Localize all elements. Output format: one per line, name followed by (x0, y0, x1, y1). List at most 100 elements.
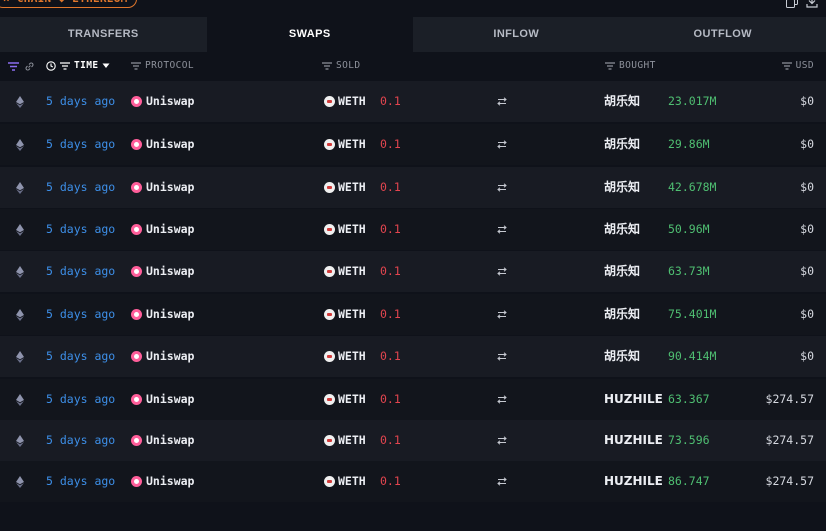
swap-arrows-icon (496, 167, 508, 208)
filter-icon[interactable] (8, 61, 19, 71)
table-row[interactable]: 5 days ago Uniswap WETH 0.1 HUZHILE 86.7… (0, 461, 826, 502)
download-icon[interactable] (806, 0, 818, 8)
sold-token[interactable]: WETH (324, 336, 366, 377)
table-row[interactable]: 5 days ago Uniswap WETH 0.1 胡乐知 29.86M $… (0, 124, 826, 165)
tab-inflow[interactable]: INFLOW (413, 17, 620, 52)
usd-column-header[interactable]: USD (781, 52, 814, 80)
bought-amount: 86.747 (668, 474, 710, 488)
time-link[interactable]: 5 days ago (46, 81, 115, 122)
chain-filter-chip[interactable]: × CHAIN ◆ ETHEREUM (0, 0, 137, 8)
tab-swaps[interactable]: SWAPS (206, 17, 413, 52)
swap-arrows-icon (496, 124, 508, 165)
bought-token[interactable]: HUZHILE (604, 420, 663, 461)
filter-icon[interactable] (322, 62, 332, 70)
ethereum-icon (16, 251, 24, 292)
table-row[interactable]: 5 days ago Uniswap WETH 0.1 胡乐知 50.96M $… (0, 209, 826, 250)
table-row[interactable]: 5 days ago Uniswap WETH 0.1 HUZHILE 63.3… (0, 379, 826, 420)
usd-column-label: USD (795, 60, 814, 71)
usd-value: $0 (800, 349, 814, 363)
sold-token[interactable]: WETH (324, 461, 366, 502)
bought-token[interactable]: 胡乐知 (604, 251, 640, 292)
uniswap-icon (131, 96, 142, 107)
filter-bar: × CHAIN ◆ ETHEREUM (0, 0, 826, 17)
bought-token[interactable]: HUZHILE (604, 461, 663, 502)
link-icon[interactable] (25, 62, 34, 71)
protocol-cell[interactable]: Uniswap (131, 461, 194, 502)
usd-value: $0 (800, 137, 814, 151)
time-link[interactable]: 5 days ago (46, 294, 115, 335)
sold-token[interactable]: WETH (324, 167, 366, 208)
ethereum-icon (16, 124, 24, 165)
time-link[interactable]: 5 days ago (46, 461, 115, 502)
uniswap-icon (131, 182, 142, 193)
table-row[interactable]: 5 days ago Uniswap WETH 0.1 胡乐知 90.414M … (0, 336, 826, 377)
bought-token[interactable]: 胡乐知 (604, 336, 640, 377)
bought-token[interactable]: 胡乐知 (604, 209, 640, 250)
protocol-cell[interactable]: Uniswap (131, 379, 194, 420)
bought-token[interactable]: 胡乐知 (604, 294, 640, 335)
time-link[interactable]: 5 days ago (46, 379, 115, 420)
protocol-name: Uniswap (146, 392, 195, 406)
tab-outflow[interactable]: OUTFLOW (619, 17, 826, 52)
time-link[interactable]: 5 days ago (46, 336, 115, 377)
sold-amount: 0.1 (380, 222, 401, 236)
filter-icon[interactable] (781, 62, 792, 70)
sold-token[interactable]: WETH (324, 251, 366, 292)
sold-amount: 0.1 (380, 307, 401, 321)
table-row[interactable]: 5 days ago Uniswap WETH 0.1 胡乐知 23.017M … (0, 81, 826, 122)
table-row[interactable]: 5 days ago Uniswap WETH 0.1 胡乐知 42.678M … (0, 167, 826, 208)
chain-column-header[interactable] (8, 52, 34, 80)
table-row[interactable]: 5 days ago Uniswap WETH 0.1 胡乐知 63.73M $… (0, 251, 826, 292)
filter-icon[interactable] (131, 62, 141, 70)
bought-token[interactable]: 胡乐知 (604, 124, 640, 165)
protocol-cell[interactable]: Uniswap (131, 167, 194, 208)
uniswap-icon (131, 476, 142, 487)
bought-token[interactable]: 胡乐知 (604, 81, 640, 122)
usd-value: $274.57 (765, 433, 814, 447)
protocol-column-header[interactable]: PROTOCOL (131, 52, 194, 80)
weth-icon (324, 435, 335, 446)
sold-token[interactable]: WETH (324, 420, 366, 461)
time-link[interactable]: 5 days ago (46, 124, 115, 165)
copy-icon[interactable] (786, 0, 798, 8)
weth-icon (324, 266, 335, 277)
table-row[interactable]: 5 days ago Uniswap WETH 0.1 胡乐知 75.401M … (0, 294, 826, 335)
protocol-cell[interactable]: Uniswap (131, 420, 194, 461)
protocol-cell[interactable]: Uniswap (131, 209, 194, 250)
sold-token[interactable]: WETH (324, 124, 366, 165)
swap-arrows-icon (496, 294, 508, 335)
protocol-cell[interactable]: Uniswap (131, 336, 194, 377)
sort-desc-icon[interactable] (102, 63, 110, 69)
protocol-column-label: PROTOCOL (145, 60, 194, 71)
time-link[interactable]: 5 days ago (46, 209, 115, 250)
protocol-name: Uniswap (146, 349, 195, 363)
time-link[interactable]: 5 days ago (46, 251, 115, 292)
filter-icon[interactable] (60, 62, 70, 70)
weth-icon (324, 96, 335, 107)
bought-token[interactable]: HUZHILE (604, 379, 663, 420)
protocol-cell[interactable]: Uniswap (131, 81, 194, 122)
sold-amount: 0.1 (380, 349, 401, 363)
bought-column-label: BOUGHT (619, 60, 656, 71)
tab-transfers[interactable]: TRANSFERS (0, 17, 207, 52)
sold-token[interactable]: WETH (324, 209, 366, 250)
usd-value: $274.57 (765, 392, 814, 406)
protocol-cell[interactable]: Uniswap (131, 251, 194, 292)
time-column-header[interactable]: TIME (46, 52, 110, 80)
bought-token[interactable]: 胡乐知 (604, 167, 640, 208)
sold-token[interactable]: WETH (324, 81, 366, 122)
time-link[interactable]: 5 days ago (46, 420, 115, 461)
time-link[interactable]: 5 days ago (46, 167, 115, 208)
bought-column-header[interactable]: BOUGHT (605, 52, 656, 80)
swap-arrows-icon (496, 461, 508, 502)
sold-token-symbol: WETH (338, 392, 366, 406)
protocol-name: Uniswap (146, 433, 195, 447)
protocol-cell[interactable]: Uniswap (131, 124, 194, 165)
sold-token[interactable]: WETH (324, 379, 366, 420)
protocol-name: Uniswap (146, 180, 195, 194)
protocol-cell[interactable]: Uniswap (131, 294, 194, 335)
sold-token[interactable]: WETH (324, 294, 366, 335)
filter-icon[interactable] (605, 62, 615, 70)
sold-column-header[interactable]: SOLD (322, 52, 360, 80)
table-row[interactable]: 5 days ago Uniswap WETH 0.1 HUZHILE 73.5… (0, 420, 826, 461)
